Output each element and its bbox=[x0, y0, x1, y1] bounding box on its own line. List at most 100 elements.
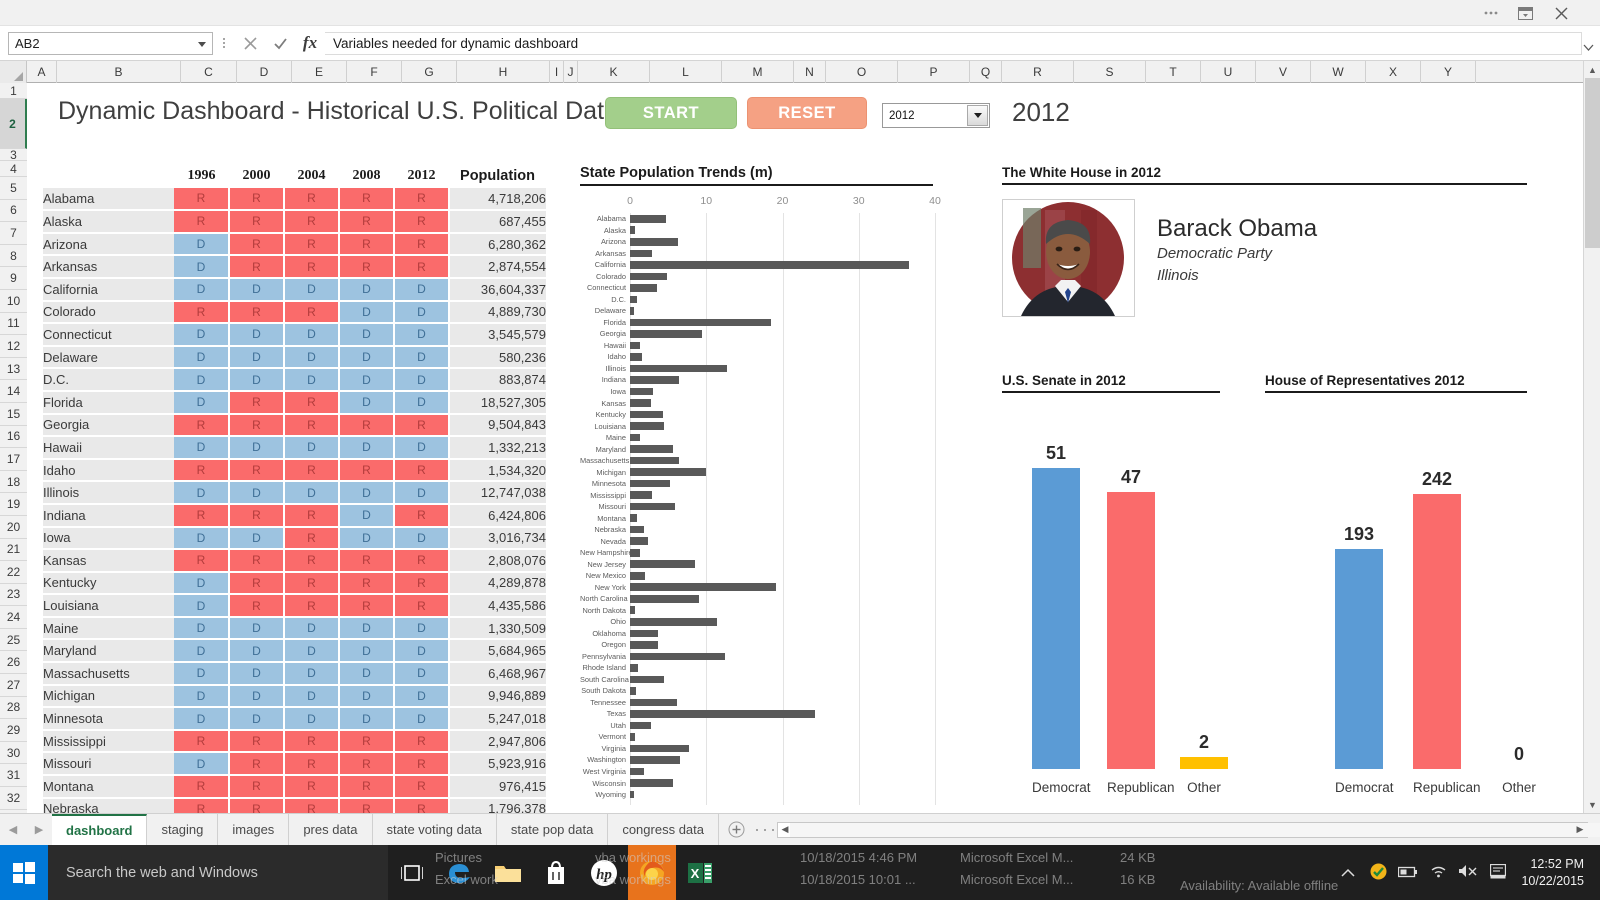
row-header-27[interactable]: 27 bbox=[0, 674, 27, 697]
insert-function-icon[interactable]: fx bbox=[295, 31, 325, 55]
column-header-I[interactable]: I bbox=[550, 61, 564, 83]
action-center-icon[interactable] bbox=[1483, 863, 1513, 882]
column-header-Y[interactable]: Y bbox=[1421, 61, 1476, 83]
table-row[interactable]: Iowa D D R D D 3,016,734 bbox=[43, 526, 546, 551]
column-header-P[interactable]: P bbox=[898, 61, 970, 83]
table-row[interactable]: Kansas R R R R R 2,808,076 bbox=[43, 549, 546, 573]
table-row[interactable]: Nebraska R R R R R 1,796,378 bbox=[43, 797, 546, 813]
row-header-4[interactable]: 4 bbox=[0, 161, 27, 177]
formula-input[interactable]: Variables needed for dynamic dashboard bbox=[325, 31, 1582, 55]
previous-sheet-icon[interactable]: ◀ bbox=[9, 823, 17, 836]
column-header-K[interactable]: K bbox=[578, 61, 650, 83]
vertical-scroll-thumb[interactable] bbox=[1585, 78, 1600, 248]
sheet-tab-staging[interactable]: staging bbox=[147, 814, 219, 845]
taskbar-clock[interactable]: 12:52 PM 10/22/2015 bbox=[1513, 856, 1600, 890]
column-header-Q[interactable]: Q bbox=[970, 61, 1002, 83]
column-header-X[interactable]: X bbox=[1366, 61, 1421, 83]
volume-muted-icon[interactable] bbox=[1453, 864, 1483, 881]
row-header-32[interactable]: 32 bbox=[0, 787, 27, 810]
table-row[interactable]: D.C. D D D D D 883,874 bbox=[43, 368, 546, 392]
horizontal-scrollbar[interactable]: ◀ ▶ bbox=[777, 821, 1600, 838]
row-header-23[interactable]: 23 bbox=[0, 583, 27, 607]
column-header-G[interactable]: G bbox=[402, 61, 457, 83]
network-icon[interactable] bbox=[1423, 864, 1453, 881]
row-header-11[interactable]: 11 bbox=[0, 312, 27, 336]
table-row[interactable]: Massachusetts D D D D D 6,468,967 bbox=[43, 662, 546, 686]
table-row[interactable]: Michigan D D D D D 9,946,889 bbox=[43, 684, 546, 709]
scroll-up-icon[interactable]: ▲ bbox=[1584, 61, 1600, 78]
table-row[interactable]: Missouri D R R R R 5,923,916 bbox=[43, 752, 546, 777]
row-header-3[interactable]: 3 bbox=[0, 148, 27, 162]
row-header-24[interactable]: 24 bbox=[0, 606, 27, 629]
table-row[interactable]: Georgia R R R R R 9,504,843 bbox=[43, 413, 546, 438]
table-row[interactable]: Delaware D D D D D 580,236 bbox=[43, 345, 546, 370]
battery-icon[interactable] bbox=[1393, 865, 1423, 881]
table-row[interactable]: California D D D D D 36,604,337 bbox=[43, 277, 546, 302]
show-hidden-icons-icon[interactable] bbox=[1333, 865, 1363, 881]
column-header-R[interactable]: R bbox=[1002, 61, 1074, 83]
row-header-30[interactable]: 30 bbox=[0, 741, 27, 765]
column-header-M[interactable]: M bbox=[722, 61, 794, 83]
confirm-icon[interactable] bbox=[265, 31, 295, 55]
sheet-tab-dots-icon[interactable] bbox=[753, 827, 777, 833]
row-header-1[interactable]: 1 bbox=[0, 83, 27, 99]
column-header-S[interactable]: S bbox=[1074, 61, 1146, 83]
table-row[interactable]: Arizona D R R R R 6,280,362 bbox=[43, 232, 546, 257]
column-header-E[interactable]: E bbox=[292, 61, 347, 83]
security-icon[interactable] bbox=[1363, 863, 1393, 883]
sheet-tab-state-pop-data[interactable]: state pop data bbox=[497, 814, 609, 845]
sheet-tab-congress-data[interactable]: congress data bbox=[608, 814, 719, 845]
close-icon[interactable] bbox=[1548, 3, 1574, 23]
table-row[interactable]: Louisiana D R R R R 4,435,586 bbox=[43, 594, 546, 618]
table-row[interactable]: Florida D R R D D 18,527,305 bbox=[43, 390, 546, 415]
table-row[interactable]: Arkansas D R R R R 2,874,554 bbox=[43, 255, 546, 279]
column-header-W[interactable]: W bbox=[1311, 61, 1366, 83]
select-all-corner[interactable] bbox=[0, 61, 27, 83]
table-row[interactable]: Montana R R R R R 976,415 bbox=[43, 775, 546, 799]
cancel-icon[interactable] bbox=[235, 31, 265, 55]
table-row[interactable]: Idaho R R R R R 1,534,320 bbox=[43, 458, 546, 483]
start-button[interactable]: START bbox=[605, 97, 737, 129]
windows-start-icon[interactable] bbox=[0, 845, 48, 900]
add-sheet-icon[interactable] bbox=[719, 821, 753, 838]
year-dropdown[interactable]: 2012 bbox=[882, 103, 990, 128]
row-header-18[interactable]: 18 bbox=[0, 470, 27, 494]
sheet-tab-pres-data[interactable]: pres data bbox=[289, 814, 373, 845]
column-header-O[interactable]: O bbox=[826, 61, 898, 83]
table-row[interactable]: Hawaii D D D D D 1,332,213 bbox=[43, 436, 546, 460]
column-header-J[interactable]: J bbox=[564, 61, 578, 83]
table-row[interactable]: Minnesota D D D D D 5,247,018 bbox=[43, 707, 546, 731]
table-row[interactable]: Alaska R R R R R 687,455 bbox=[43, 210, 546, 234]
column-header-U[interactable]: U bbox=[1201, 61, 1256, 83]
column-header-D[interactable]: D bbox=[237, 61, 292, 83]
next-sheet-icon[interactable]: ▶ bbox=[35, 823, 43, 836]
column-header-F[interactable]: F bbox=[347, 61, 402, 83]
hscroll-right-icon[interactable]: ▶ bbox=[1573, 824, 1587, 835]
row-header-20[interactable]: 20 bbox=[0, 515, 27, 539]
more-options-icon[interactable] bbox=[1478, 3, 1504, 23]
row-header-28[interactable]: 28 bbox=[0, 696, 27, 720]
row-header-19[interactable]: 19 bbox=[0, 493, 27, 516]
chevron-down-icon[interactable] bbox=[967, 105, 988, 126]
row-header-8[interactable]: 8 bbox=[0, 244, 27, 268]
table-row[interactable]: Indiana R R R D R 6,424,806 bbox=[43, 503, 546, 528]
reset-button[interactable]: RESET bbox=[747, 97, 867, 129]
column-header-A[interactable]: A bbox=[27, 61, 57, 83]
sheet-tab-dashboard[interactable]: dashboard bbox=[52, 814, 148, 845]
sheet-tab-images[interactable]: images bbox=[218, 814, 290, 845]
row-header-21[interactable]: 21 bbox=[0, 538, 27, 562]
table-row[interactable]: Colorado R R R D D 4,889,730 bbox=[43, 300, 546, 325]
column-header-V[interactable]: V bbox=[1256, 61, 1311, 83]
column-header-C[interactable]: C bbox=[181, 61, 237, 83]
row-header-29[interactable]: 29 bbox=[0, 719, 27, 742]
name-box[interactable]: AB2 bbox=[8, 31, 213, 55]
row-header-22[interactable]: 22 bbox=[0, 561, 27, 584]
row-header-15[interactable]: 15 bbox=[0, 402, 27, 426]
row-header-7[interactable]: 7 bbox=[0, 222, 27, 245]
formula-bar-dots-icon[interactable] bbox=[213, 36, 235, 50]
column-header-H[interactable]: H bbox=[457, 61, 550, 83]
row-header-14[interactable]: 14 bbox=[0, 380, 27, 403]
column-header-L[interactable]: L bbox=[650, 61, 722, 83]
table-row[interactable]: Alabama R R R R R 4,718,206 bbox=[43, 187, 546, 212]
row-header-10[interactable]: 10 bbox=[0, 289, 27, 313]
